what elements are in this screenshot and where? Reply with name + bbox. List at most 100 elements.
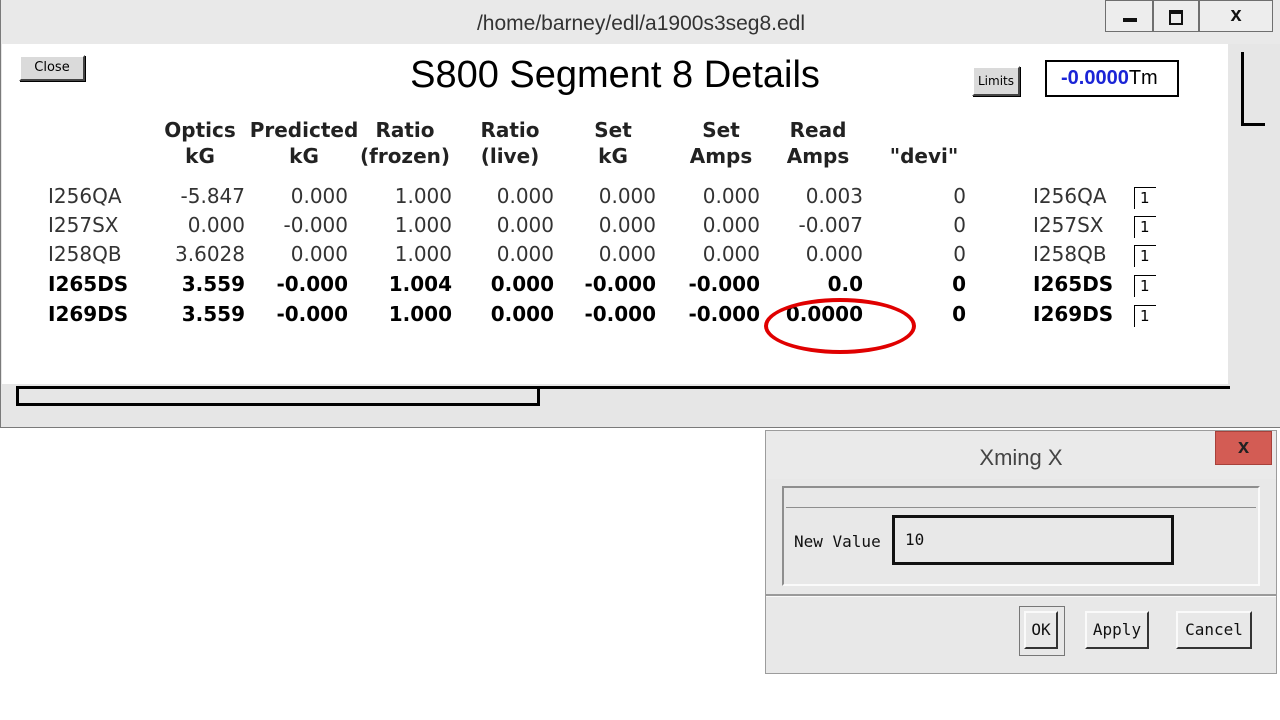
header-line1: Read <box>789 118 847 142</box>
header-line2: kG <box>598 144 628 168</box>
table-row: I256QA -5.847 0.000 1.000 0.000 0.000 0.… <box>2 184 1228 214</box>
ratio-frozen: 1.000 <box>388 302 452 326</box>
limits-button[interactable]: Limits <box>972 66 1020 96</box>
set-kg: 0.000 <box>598 184 656 208</box>
optics-kg: -5.847 <box>180 184 245 208</box>
dialog-body: New Value 10 <box>782 486 1260 586</box>
header-line1: Optics <box>164 118 236 142</box>
new-value-label: New Value <box>794 532 881 551</box>
ratio-live: 0.000 <box>490 272 554 296</box>
magnet-name: I256QA <box>48 184 122 208</box>
read-amps: 0.003 <box>805 184 863 208</box>
header-line2: kG <box>289 144 319 168</box>
magnet-name-repeat: I265DS <box>1033 272 1114 296</box>
optics-kg: 3.559 <box>181 302 245 326</box>
edl-display: Close S800 Segment 8 Details Limits -0.0… <box>2 44 1228 384</box>
apply-button[interactable]: Apply <box>1085 611 1149 649</box>
dialog-divider <box>786 490 1256 508</box>
magnet-name-repeat: I269DS <box>1033 302 1114 326</box>
dialog-close-button[interactable]: x <box>1215 431 1272 465</box>
close-icon: x <box>1237 436 1250 458</box>
control-box[interactable]: 1 <box>1134 216 1156 238</box>
ratio-frozen: 1.000 <box>394 184 452 208</box>
set-kg: -0.000 <box>584 272 656 296</box>
tm-value: -0.0000 <box>1061 67 1129 89</box>
ok-button[interactable]: OK <box>1024 611 1058 649</box>
header-line1: Set <box>594 118 632 142</box>
set-kg: 0.000 <box>598 242 656 266</box>
control-box[interactable]: 1 <box>1134 187 1156 209</box>
magnet-name: I269DS <box>48 302 129 326</box>
cancel-button[interactable]: Cancel <box>1176 611 1252 649</box>
header-line2: (live) <box>480 144 540 168</box>
tm-unit: Tm <box>1128 67 1158 89</box>
control-box[interactable]: 1 <box>1134 275 1156 297</box>
header-read-amps: Read Amps <box>778 117 858 169</box>
header-ratio-frozen: Ratio (frozen) <box>354 117 456 169</box>
window-titlebar[interactable]: /home/barney/edl/a1900s3seg8.edl x <box>1 0 1280 44</box>
predicted-kg: 0.000 <box>290 184 348 208</box>
header-optics: Optics kG <box>154 117 246 169</box>
horizontal-scroll-thumb[interactable] <box>16 388 540 406</box>
predicted-kg: -0.000 <box>276 272 348 296</box>
set-kg: -0.000 <box>584 302 656 326</box>
read-amps: 0.0 <box>827 272 863 296</box>
control-box[interactable]: 1 <box>1134 245 1156 267</box>
devi-value: 0 <box>953 213 966 237</box>
predicted-kg: -0.000 <box>283 213 348 237</box>
header-line2: Amps <box>786 144 850 168</box>
header-ratio-live: Ratio (live) <box>470 117 550 169</box>
edl-window: /home/barney/edl/a1900s3seg8.edl x Close… <box>0 0 1280 428</box>
header-line2: (frozen) <box>359 144 451 168</box>
horizontal-scrollbar[interactable] <box>16 386 1230 410</box>
header-set-amps: Set Amps <box>682 117 760 169</box>
ratio-live: 0.000 <box>496 242 554 266</box>
set-amps: 0.000 <box>702 242 760 266</box>
devi-value: 0 <box>953 242 966 266</box>
magnet-name-repeat: I258QB <box>1033 242 1107 266</box>
control-box[interactable]: 1 <box>1134 305 1156 327</box>
table-row: I265DS 3.559 -0.000 1.004 0.000 -0.000 -… <box>2 272 1228 302</box>
annotation-circle <box>764 298 916 354</box>
ratio-live: 0.000 <box>496 213 554 237</box>
tm-readout[interactable]: -0.0000Tm <box>1045 60 1179 97</box>
ratio-frozen: 1.000 <box>394 242 452 266</box>
header-line1: Ratio <box>480 118 540 142</box>
dialog-titlebar[interactable]: Xming X x <box>766 431 1276 479</box>
magnet-name: I258QB <box>48 242 122 266</box>
set-kg: 0.000 <box>598 213 656 237</box>
set-amps: -0.000 <box>688 272 760 296</box>
header-set-kg: Set kG <box>578 117 648 169</box>
devi-value: 0 <box>952 272 966 296</box>
devi-value: 0 <box>953 184 966 208</box>
magnet-name: I265DS <box>48 272 129 296</box>
ratio-live: 0.000 <box>490 302 554 326</box>
table-row: I258QB 3.6028 0.000 1.000 0.000 0.000 0.… <box>2 242 1228 272</box>
set-amps: 0.000 <box>702 184 760 208</box>
table-row: I257SX 0.000 -0.000 1.000 0.000 0.000 0.… <box>2 213 1228 243</box>
window-title: /home/barney/edl/a1900s3seg8.edl <box>476 12 806 35</box>
header-line2: Amps <box>689 144 753 168</box>
ratio-frozen: 1.000 <box>394 213 452 237</box>
maximize-button[interactable] <box>1153 0 1199 32</box>
optics-kg: 0.000 <box>187 213 245 237</box>
header-devi: "devi" <box>880 117 968 169</box>
header-line1: Set <box>702 118 740 142</box>
magnet-name-repeat: I256QA <box>1033 184 1107 208</box>
new-value-input[interactable]: 10 <box>892 515 1174 565</box>
vertical-scrollbar[interactable] <box>1241 52 1265 378</box>
magnet-name: I257SX <box>48 213 119 237</box>
header-predicted: Predicted kG <box>246 117 362 169</box>
header-line1: "devi" <box>889 144 959 168</box>
predicted-kg: -0.000 <box>276 302 348 326</box>
read-amps: 0.000 <box>805 242 863 266</box>
ratio-frozen: 1.004 <box>388 272 452 296</box>
close-icon: x <box>1230 4 1242 26</box>
header-line1: Predicted <box>249 118 359 142</box>
window-close-button[interactable]: x <box>1199 0 1273 32</box>
magnet-name-repeat: I257SX <box>1033 213 1104 237</box>
read-amps: -0.007 <box>798 213 863 237</box>
new-value-dialog: Xming X x New Value 10 OK Apply Cancel <box>765 430 1277 674</box>
vertical-scroll-thumb[interactable] <box>1241 52 1265 126</box>
minimize-button[interactable] <box>1105 0 1153 32</box>
